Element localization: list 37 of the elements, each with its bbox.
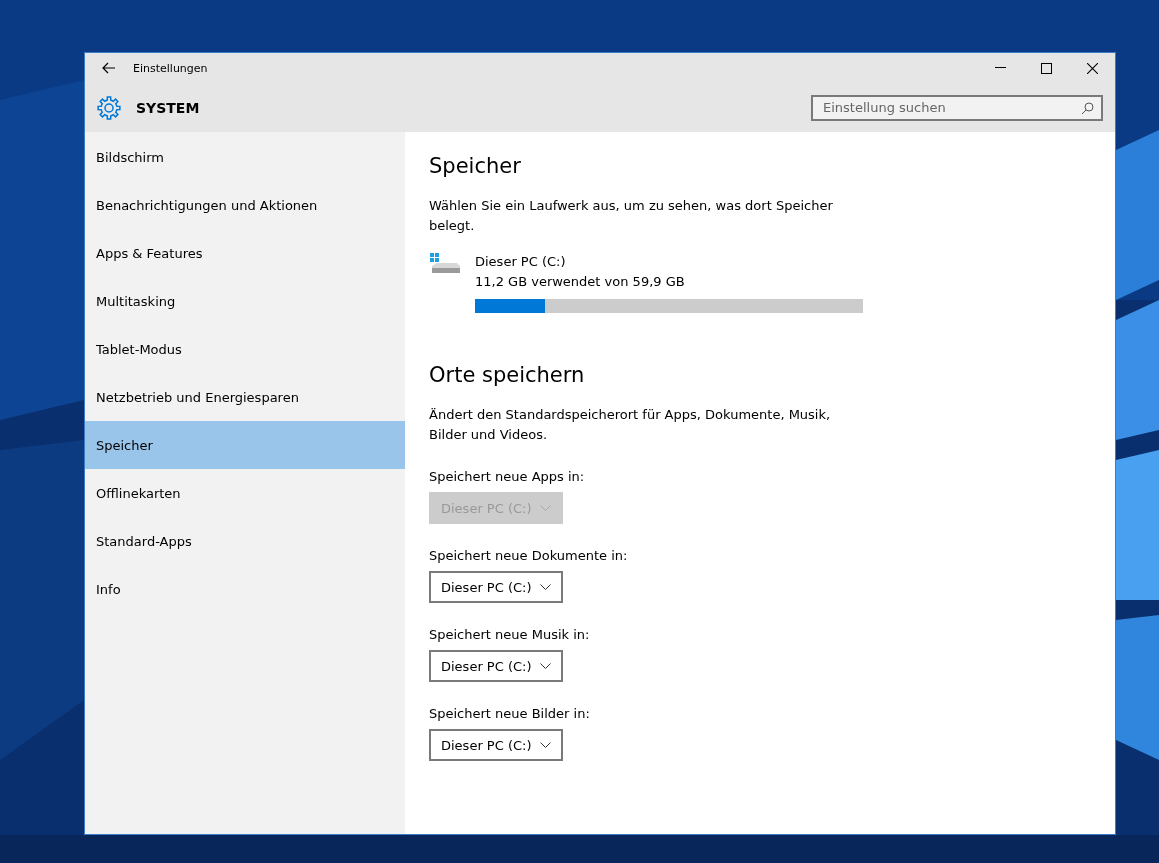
settings-icon xyxy=(96,94,122,121)
sidebar-item[interactable]: Speicher xyxy=(85,421,405,469)
section-heading: Orte speichern xyxy=(429,363,586,387)
setting-label: Speichert neue Bilder in: xyxy=(429,706,591,721)
section-title: SYSTEM xyxy=(136,99,201,116)
chevron-down-icon xyxy=(539,505,551,511)
drive-dropdown[interactable]: Dieser PC (C:) xyxy=(429,650,563,682)
chevron-down-icon xyxy=(539,742,551,748)
setting-label: Speichert neue Dokumente in: xyxy=(429,548,629,563)
drive-usage-text: 11,2 GB verwendet von 59,9 GB xyxy=(475,273,686,291)
sidebar-item[interactable]: Offlinekarten xyxy=(85,469,405,517)
setting-label: Speichert neue Musik in: xyxy=(429,627,591,642)
sidebar-item[interactable]: Standard-Apps xyxy=(85,517,405,565)
drive-name: Dieser PC (C:) xyxy=(475,253,567,271)
chevron-down-icon xyxy=(539,663,551,669)
setting-label: Speichert neue Apps in: xyxy=(429,469,586,484)
search-field[interactable]: Einstellung suchen xyxy=(811,94,1103,121)
back-arrow-icon[interactable] xyxy=(102,62,116,74)
description-text: Ändert den Standardspeicherort für Apps, Dokumente, Musik, Bilder und Videos. xyxy=(429,406,832,444)
drive-dropdown[interactable]: Dieser PC (C:) xyxy=(429,729,563,761)
drive-icon[interactable] xyxy=(429,252,461,276)
sidebar-item[interactable]: Tablet-Modus xyxy=(85,325,405,373)
sidebar-item[interactable]: Apps & Features xyxy=(85,229,405,277)
minimize-icon[interactable] xyxy=(994,67,1006,69)
description-text: Wählen Sie ein Laufwerk aus, um zu sehen, was dort Speicher belegt. xyxy=(429,197,834,235)
search-icon[interactable] xyxy=(1081,101,1094,115)
chevron-down-icon xyxy=(539,584,551,590)
sidebar-item[interactable]: Netzbetrieb und Energiesparen xyxy=(85,373,405,421)
close-icon[interactable] xyxy=(1086,62,1098,74)
maximize-icon[interactable] xyxy=(1040,62,1052,74)
sidebar-item[interactable]: Info xyxy=(85,565,405,613)
sidebar-item[interactable]: Bildschirm xyxy=(85,133,405,181)
drive-dropdown[interactable]: Dieser PC (C:) xyxy=(429,571,563,603)
window-title: Einstellungen xyxy=(133,61,209,75)
section-heading: Speicher xyxy=(429,154,522,178)
sidebar-item[interactable]: Benachrichtigungen und Aktionen xyxy=(85,181,405,229)
sidebar-item[interactable]: Multitasking xyxy=(85,277,405,325)
